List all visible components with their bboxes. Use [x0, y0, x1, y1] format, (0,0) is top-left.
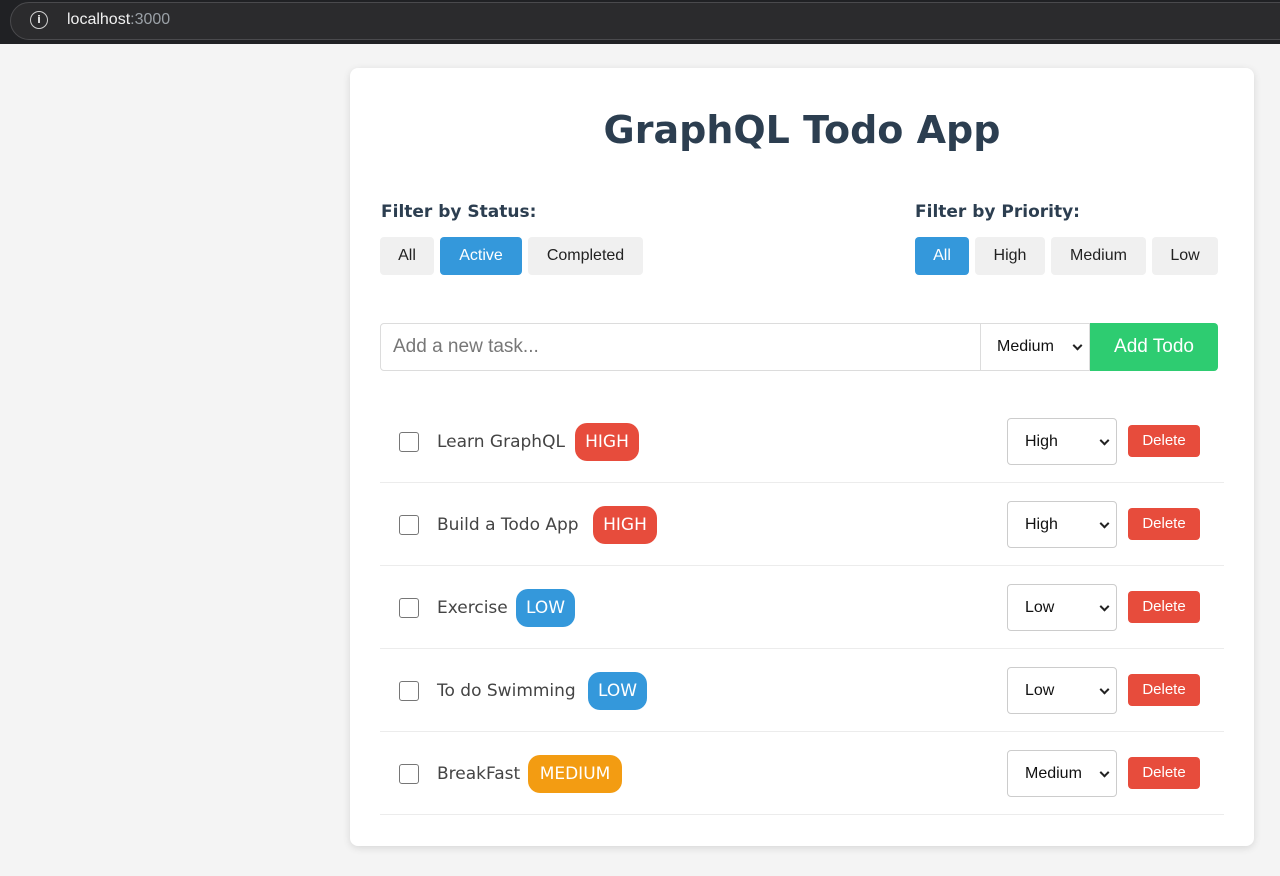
todo-text: Exercise	[437, 598, 508, 618]
url-port: :3000	[130, 11, 171, 28]
info-icon[interactable]: i	[30, 11, 48, 29]
address-url[interactable]: localhost:3000	[67, 11, 170, 29]
todo-priority-value: Low	[1025, 682, 1055, 699]
priority-badge: HIGH	[575, 423, 639, 461]
todo-priority-value: Medium	[1025, 765, 1082, 782]
priority-badge: HIGH	[593, 506, 657, 544]
todo-item: Learn GraphQL HIGH High Delete	[380, 400, 1224, 483]
delete-button[interactable]: Delete	[1128, 591, 1200, 623]
status-filter-label: Filter by Status:	[381, 202, 537, 222]
todo-priority-select[interactable]: Low	[1007, 667, 1117, 714]
priority-filter-high-button[interactable]: High	[975, 237, 1045, 275]
chevron-down-icon	[1099, 767, 1110, 778]
todo-checkbox[interactable]	[399, 515, 419, 535]
todo-card: GraphQL Todo App Filter by Status: All A…	[350, 68, 1254, 846]
url-host: localhost	[67, 11, 131, 28]
status-filter-all-button[interactable]: All	[380, 237, 434, 275]
todo-priority-select[interactable]: High	[1007, 501, 1117, 548]
priority-badge: LOW	[588, 672, 647, 710]
todo-text: BreakFast	[437, 764, 521, 784]
todo-priority-value: High	[1025, 433, 1058, 450]
todo-checkbox[interactable]	[399, 598, 419, 618]
priority-filter-low-button[interactable]: Low	[1152, 237, 1218, 275]
todo-text: Build a Todo App	[437, 515, 579, 535]
priority-badge: LOW	[516, 589, 575, 627]
todo-text: To do Swimming	[437, 681, 576, 701]
todo-priority-select[interactable]: Low	[1007, 584, 1117, 631]
todo-checkbox[interactable]	[399, 764, 419, 784]
delete-button[interactable]: Delete	[1128, 674, 1200, 706]
address-bar[interactable]	[10, 2, 1280, 40]
new-task-input[interactable]	[380, 323, 981, 371]
todo-priority-value: Low	[1025, 599, 1055, 616]
new-task-priority-value: Medium	[997, 338, 1054, 355]
delete-button[interactable]: Delete	[1128, 425, 1200, 457]
new-task-priority-select[interactable]: Medium	[980, 323, 1090, 371]
todo-item: Build a Todo App HIGH High Delete	[380, 483, 1224, 566]
status-filter-completed-button[interactable]: Completed	[528, 237, 643, 275]
todo-priority-select[interactable]: Medium	[1007, 750, 1117, 797]
browser-toolbar: i localhost:3000	[0, 0, 1280, 44]
chevron-down-icon	[1099, 684, 1110, 695]
todo-item: BreakFast MEDIUM Medium Delete	[380, 732, 1224, 815]
delete-button[interactable]: Delete	[1128, 757, 1200, 789]
todo-item: Exercise LOW Low Delete	[380, 566, 1224, 649]
page-title: GraphQL Todo App	[603, 108, 1001, 152]
priority-filter-medium-button[interactable]: Medium	[1051, 237, 1146, 275]
chevron-down-icon	[1099, 435, 1110, 446]
todo-text: Learn GraphQL	[437, 432, 565, 452]
todo-checkbox[interactable]	[399, 681, 419, 701]
priority-filter-all-button[interactable]: All	[915, 237, 969, 275]
priority-filter-label: Filter by Priority:	[915, 202, 1080, 222]
chevron-down-icon	[1099, 601, 1110, 612]
chevron-down-icon	[1072, 340, 1083, 351]
todo-checkbox[interactable]	[399, 432, 419, 452]
todo-priority-select[interactable]: High	[1007, 418, 1117, 465]
priority-badge: MEDIUM	[528, 755, 622, 793]
todo-priority-value: High	[1025, 516, 1058, 533]
chevron-down-icon	[1099, 518, 1110, 529]
todo-item: To do Swimming LOW Low Delete	[380, 649, 1224, 732]
status-filter-active-button[interactable]: Active	[440, 237, 522, 275]
delete-button[interactable]: Delete	[1128, 508, 1200, 540]
add-todo-button[interactable]: Add Todo	[1090, 323, 1218, 371]
